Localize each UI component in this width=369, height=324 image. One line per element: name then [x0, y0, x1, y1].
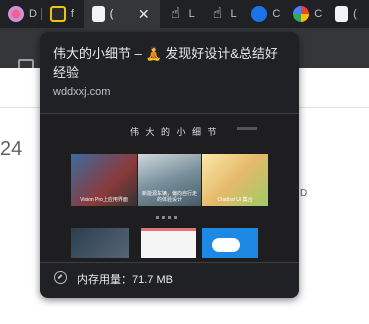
tab-2[interactable]: f	[42, 0, 84, 28]
preview-site-title: 伟 大 的 小 细 节	[130, 127, 219, 137]
preview-card: Vision Pro上应用界面	[71, 154, 137, 206]
memory-usage: 内存用量：71.7 MB	[77, 274, 173, 286]
page-number: 24	[0, 138, 23, 160]
preview-caption: Chatbot UI 集合	[217, 197, 253, 203]
hand-cursor-icon: ☝	[170, 5, 181, 22]
hovercard-title: 伟大的小细节 – 🧘 发现好设计&总结好经验	[53, 46, 278, 80]
page-icon	[335, 6, 349, 22]
page-preview-thumbnail: 伟 大 的 小 细 节 Vision Pro上应用界面 新能源车辆，偏向自行走的…	[40, 113, 299, 263]
close-icon[interactable]: ✕	[138, 6, 150, 23]
tab-5[interactable]: ☝ L	[201, 0, 243, 28]
tab-hover-card: 伟大的小细节 – 🧘 发现好设计&总结好经验 wddxxj.com 伟 大 的 …	[40, 32, 299, 298]
tab-strip: D f ( ✕ ☝ L ☝ L C C (	[0, 0, 369, 28]
tab-label: D	[29, 8, 37, 20]
tab-label: (	[109, 8, 114, 20]
page-icon	[91, 6, 105, 22]
preview-card	[202, 228, 258, 258]
tab-label: (	[353, 8, 357, 20]
preview-card: Chatbot UI 集合	[202, 154, 268, 206]
preview-caption: 新能源车辆，偏向自行走的体验设计	[141, 191, 197, 203]
tab-label: C	[314, 8, 323, 20]
tab-6[interactable]: C	[243, 0, 285, 28]
tab-1[interactable]: D	[0, 0, 42, 28]
tab-label: C	[272, 8, 281, 20]
tab-label: L	[188, 8, 195, 20]
tab-label: f	[70, 8, 74, 20]
blue-c-icon	[251, 6, 268, 22]
pink-avatar-icon	[8, 6, 24, 22]
preview-pagination-dots	[156, 216, 180, 219]
preview-card	[141, 228, 196, 258]
tab-active[interactable]: ( ✕	[83, 0, 160, 28]
hovercard-domain: wddxxj.com	[53, 86, 111, 98]
preview-caption: Vision Pro上应用界面	[80, 197, 128, 203]
tab-8[interactable]: (	[327, 0, 369, 28]
tab-label: L	[230, 8, 237, 20]
dark-avatar-icon	[49, 6, 66, 22]
tab-4[interactable]: ☝ L	[160, 0, 202, 28]
hand-cursor-icon: ☝	[212, 5, 223, 22]
google-icon	[293, 6, 310, 22]
preview-card: 新能源车辆，偏向自行走的体验设计	[138, 154, 201, 206]
speedometer-icon	[54, 271, 67, 284]
tab-7[interactable]: C	[285, 0, 327, 28]
side-letter: D	[300, 188, 308, 199]
preview-card	[71, 228, 129, 258]
preview-nav-icons	[237, 127, 257, 130]
